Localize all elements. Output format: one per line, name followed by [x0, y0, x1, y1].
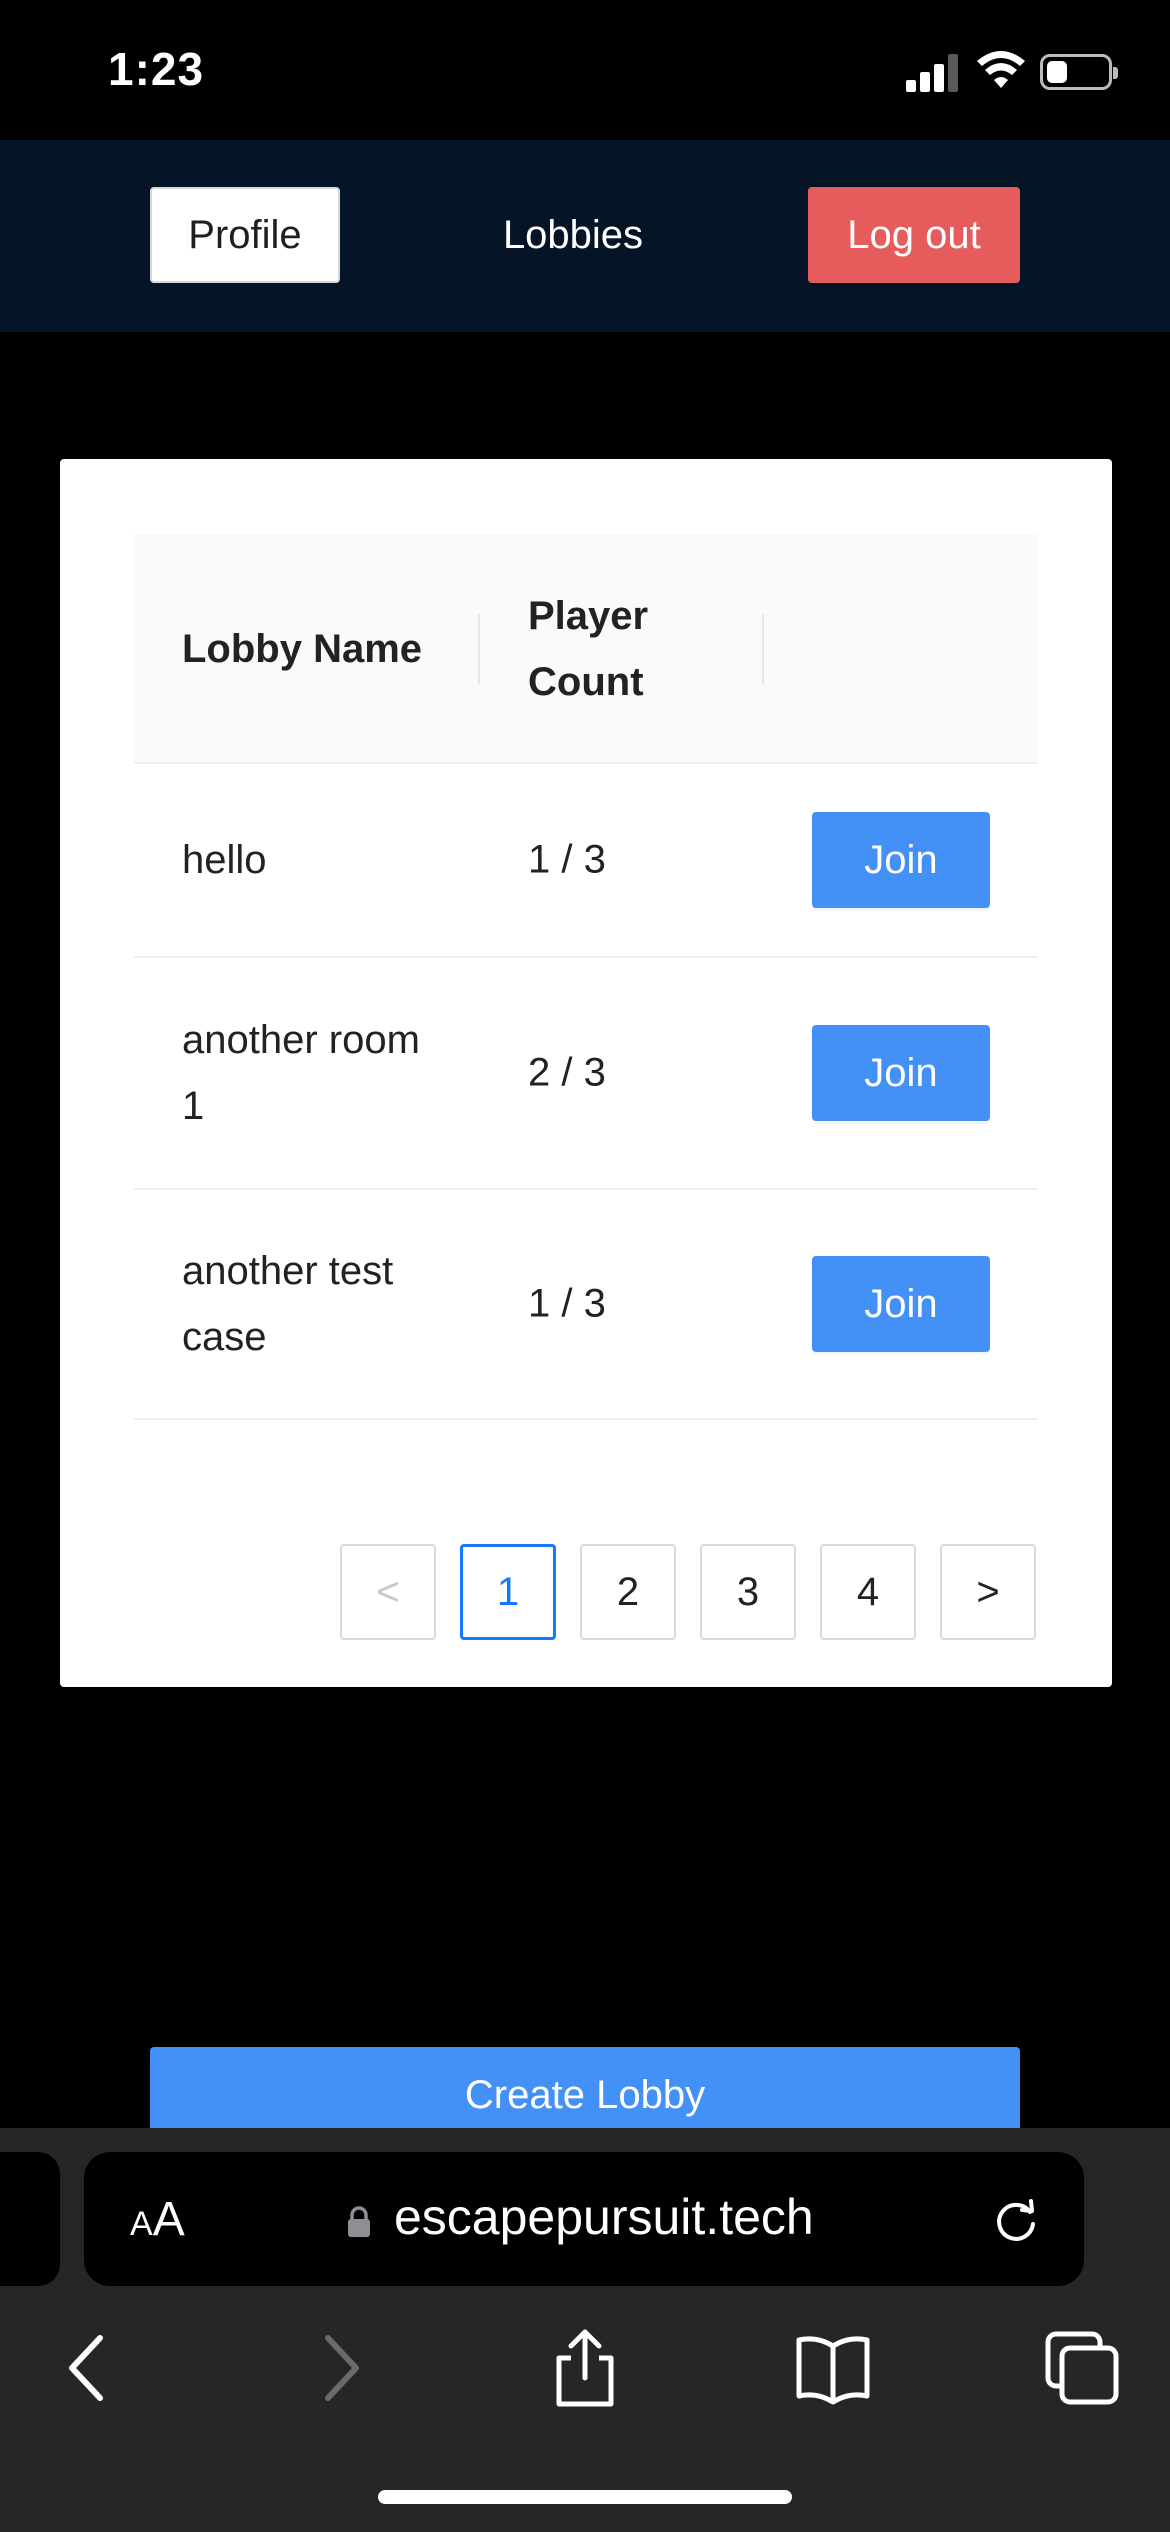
share-icon[interactable]	[545, 2328, 625, 2408]
header-separator	[478, 614, 480, 684]
pagination: < 1 2 3 4 >	[134, 1544, 1038, 1640]
lobby-card: Lobby Name Player Count hello 1 / 3 Join…	[60, 459, 1112, 1687]
table-row: hello 1 / 3 Join	[134, 764, 1038, 958]
page-button-1[interactable]: 1	[460, 1544, 556, 1640]
logout-button[interactable]: Log out	[808, 187, 1020, 283]
signal-icon	[906, 52, 960, 92]
battery-icon	[1040, 54, 1118, 90]
header-player-count: Player Count	[528, 594, 649, 704]
address-bar[interactable]: AA escapepursuit.tech	[84, 2152, 1084, 2286]
prev-page-button[interactable]: <	[340, 1544, 436, 1640]
reload-icon[interactable]	[990, 2194, 1042, 2246]
battery-fill	[1047, 61, 1067, 83]
lobby-name-cell: another test case	[182, 1249, 394, 1359]
join-button[interactable]: Join	[812, 812, 990, 908]
table-header: Lobby Name Player Count	[134, 534, 1038, 764]
header-lobby-name: Lobby Name	[182, 627, 423, 671]
lobbies-link[interactable]: Lobbies	[440, 187, 706, 283]
next-page-button[interactable]: >	[940, 1544, 1036, 1640]
url-text[interactable]: escapepursuit.tech	[394, 2188, 814, 2246]
status-bar: 1:23	[0, 0, 1170, 140]
player-count-cell: 2 / 3	[528, 1050, 606, 1095]
status-time: 1:23	[108, 43, 205, 95]
reader-settings-button[interactable]: AA	[130, 2192, 185, 2247]
wifi-icon	[977, 51, 1025, 88]
page-button-2[interactable]: 2	[580, 1544, 676, 1640]
forward-icon[interactable]	[300, 2328, 380, 2408]
page-button-4[interactable]: 4	[820, 1544, 916, 1640]
browser-toolbar: AA escapepursuit.tech	[0, 2128, 1170, 2532]
back-icon[interactable]	[48, 2328, 128, 2408]
player-count-cell: 1 / 3	[528, 837, 606, 882]
app-root: 1:23 Profile Lobbies Log out Lobby Name …	[0, 0, 1170, 2532]
join-button[interactable]: Join	[812, 1025, 990, 1121]
join-button[interactable]: Join	[812, 1256, 990, 1352]
home-indicator	[378, 2490, 792, 2504]
profile-button[interactable]: Profile	[150, 187, 340, 283]
table-row: another room 1 2 / 3 Join	[134, 958, 1038, 1190]
previous-tab-peek[interactable]	[0, 2152, 60, 2286]
player-count-cell: 1 / 3	[528, 1281, 606, 1326]
table-row: another test case 1 / 3 Join	[134, 1190, 1038, 1420]
lobby-name-cell: hello	[182, 838, 267, 882]
bookmarks-icon[interactable]	[793, 2328, 873, 2408]
lock-icon	[348, 2206, 370, 2237]
header-separator	[762, 614, 764, 684]
page-button-3[interactable]: 3	[700, 1544, 796, 1640]
lobby-name-cell: another room 1	[182, 1018, 420, 1128]
lobby-table: Lobby Name Player Count hello 1 / 3 Join…	[134, 534, 1038, 1640]
top-nav: Profile Lobbies Log out	[0, 140, 1170, 332]
tabs-icon[interactable]	[1042, 2328, 1122, 2408]
